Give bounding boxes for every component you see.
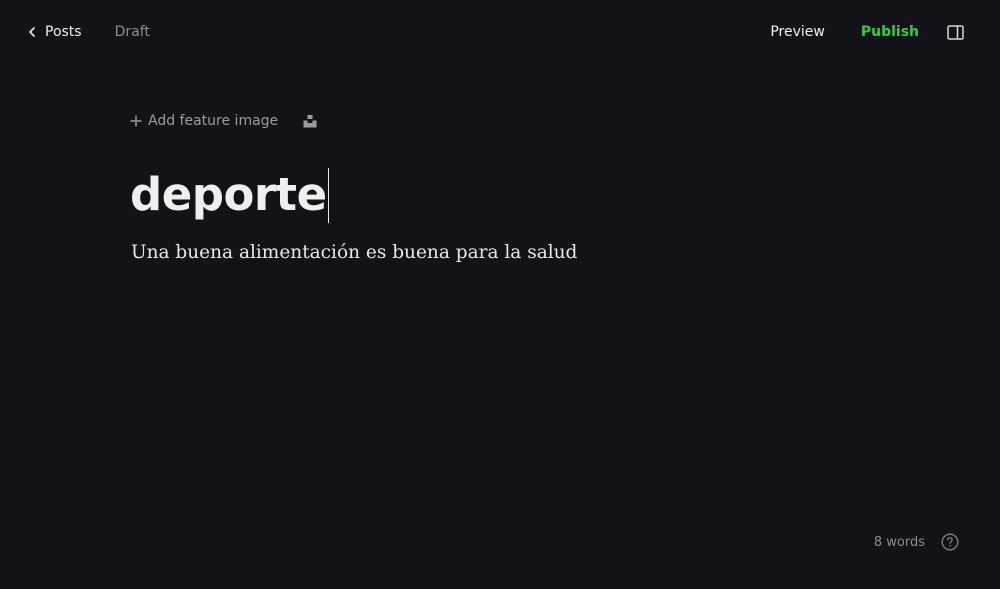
post-body-editor[interactable]: Una buena alimentación es buena para la … [131,240,577,266]
back-link-label: Posts [45,24,82,40]
editor-footer: 8 words [874,532,959,552]
question-circle-icon [941,533,959,551]
unsplash-icon [303,115,317,128]
sidebar-toggle-button[interactable] [946,23,964,41]
editor-header-right: Preview Publish [770,22,964,42]
editor-header-left: Posts Draft [28,22,150,42]
add-feature-image-label: Add feature image [148,113,279,129]
editor-page: Posts Draft Preview Publish Add feature … [0,0,1000,589]
preview-button[interactable]: Preview [770,24,825,40]
chevron-left-icon [28,26,45,38]
unsplash-button[interactable] [302,113,318,129]
feature-image-row: Add feature image [130,111,318,131]
plus-icon [130,115,148,127]
word-count: 8 words [873,534,925,550]
post-title-text: deporte [130,168,327,221]
text-cursor [327,167,330,223]
back-to-posts-link[interactable]: Posts [28,24,82,40]
help-button[interactable] [941,533,959,551]
publish-button[interactable]: Publish [861,24,919,40]
sidebar-panel-icon [946,24,964,40]
post-title-field[interactable]: deporte [130,166,330,224]
add-feature-image-button[interactable]: Add feature image [130,113,278,129]
post-status-label: Draft [114,24,150,40]
